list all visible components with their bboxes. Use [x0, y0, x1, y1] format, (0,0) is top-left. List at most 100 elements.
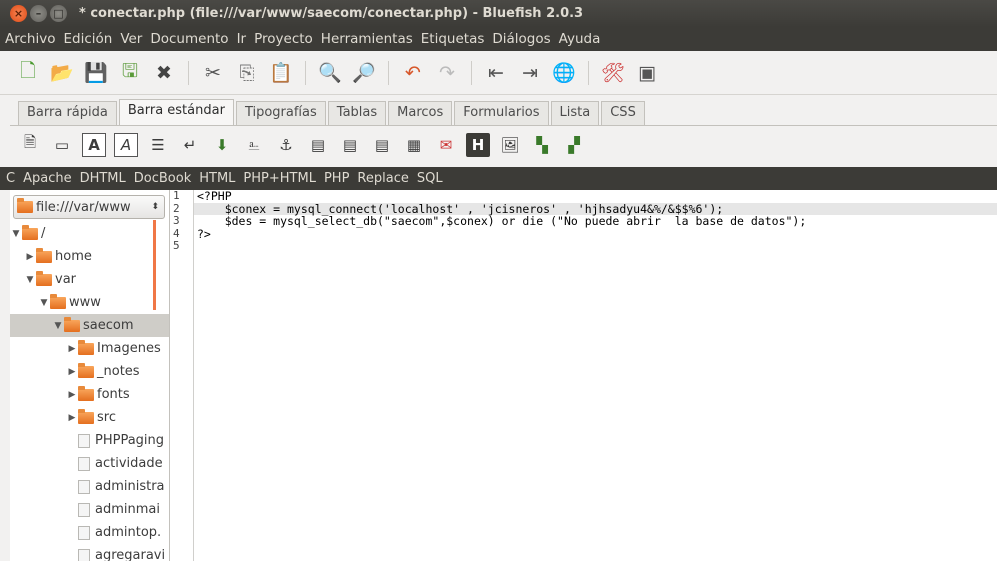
heading-icon[interactable]: H — [466, 132, 490, 157]
tree-row[interactable]: PHPPaging — [10, 429, 169, 452]
tree-row[interactable]: agregaravi — [10, 544, 169, 561]
menu-herramientas[interactable]: Herramientas — [321, 31, 413, 47]
search-replace-icon[interactable]: 🔎 — [350, 59, 378, 87]
tab-lista[interactable]: Lista — [550, 101, 600, 125]
italic-icon[interactable]: A — [114, 132, 138, 157]
paragraph-icon[interactable]: ☰ — [146, 133, 170, 157]
open-file-icon[interactable]: 📂 — [48, 59, 76, 87]
align-right-icon[interactable]: ▤ — [370, 133, 394, 157]
body-icon[interactable]: ▭ — [50, 133, 74, 157]
lang-menu-replace[interactable]: Replace — [357, 171, 408, 186]
path-selector[interactable]: file:///var/www ⬍ — [13, 195, 165, 219]
menu-ir[interactable]: Ir — [237, 31, 247, 47]
tab-tipografias[interactable]: Tipografías — [235, 101, 326, 125]
close-icon[interactable]: ✖ — [150, 59, 178, 87]
tab-barra-rapida[interactable]: Barra rápida — [18, 101, 117, 125]
search-icon[interactable]: 🔍 — [316, 59, 344, 87]
menu-ver[interactable]: Ver — [120, 31, 142, 47]
menu-bar: Archivo Edición Ver Documento Ir Proyect… — [0, 27, 997, 51]
align-center-icon[interactable]: ▤ — [338, 133, 362, 157]
save-as-icon[interactable]: 🖫 — [116, 59, 144, 87]
tree-row-label: www — [69, 295, 101, 310]
tree-row[interactable]: adminmai — [10, 498, 169, 521]
tab-formularios[interactable]: Formularios — [454, 101, 549, 125]
expanded-arrow-icon[interactable]: ▼ — [38, 298, 50, 308]
menu-proyecto[interactable]: Proyecto — [254, 31, 313, 47]
menu-dialogos[interactable]: Diálogos — [492, 31, 550, 47]
fullscreen-icon[interactable]: ▣ — [633, 59, 661, 87]
multi-thumbnail-icon[interactable]: ▞ — [562, 133, 586, 157]
code-line[interactable] — [194, 240, 997, 253]
tab-tablas[interactable]: Tablas — [327, 101, 387, 125]
tree-row[interactable]: ▶ home — [10, 245, 169, 268]
file-tree: ▼ / ▶ home ▼ var ▼ www ▼ saecom ▶ Imagenes ▶ _notes ▶ f… — [10, 222, 169, 561]
tree-row[interactable]: actividade — [10, 452, 169, 475]
collapsed-arrow-icon[interactable]: ▶ — [66, 367, 78, 377]
paste-icon[interactable]: 📋 — [267, 59, 295, 87]
tree-row[interactable]: ▶ Imagenes — [10, 337, 169, 360]
folder-icon — [78, 362, 94, 378]
expanded-arrow-icon[interactable]: ▼ — [10, 229, 22, 239]
collapsed-arrow-icon[interactable]: ▶ — [66, 344, 78, 354]
tree-row[interactable]: ▼ / — [10, 222, 169, 245]
expanded-arrow-icon[interactable]: ▼ — [52, 321, 64, 331]
collapsed-arrow-icon[interactable]: ▶ — [66, 413, 78, 423]
redo-icon[interactable]: ↷ — [433, 59, 461, 87]
quickstart-icon[interactable]: 🗎 — [18, 133, 42, 157]
code-line[interactable]: $des = mysql_select_db("saecom",$conex) … — [194, 215, 997, 228]
lang-menu-html[interactable]: HTML — [199, 171, 235, 186]
browser-preview-icon[interactable]: 🌐 — [550, 59, 578, 87]
tree-row[interactable]: ▼ saecom — [10, 314, 169, 337]
tree-row[interactable]: admintop. — [10, 521, 169, 544]
break-clear-icon[interactable]: ⬇ — [210, 133, 234, 157]
collapsed-arrow-icon[interactable]: ▶ — [66, 390, 78, 400]
unindent-icon[interactable]: ⇤ — [482, 59, 510, 87]
tree-row[interactable]: ▶ fonts — [10, 383, 169, 406]
tab-css[interactable]: CSS — [601, 101, 645, 125]
anchor-icon[interactable]: ⚓ — [274, 133, 298, 157]
menu-ayuda[interactable]: Ayuda — [559, 31, 601, 47]
lang-menu-c[interactable]: C — [6, 171, 15, 186]
minimize-window-button[interactable]: – — [30, 5, 47, 22]
tab-barra-estandar[interactable]: Barra estándar — [118, 99, 234, 125]
code-line[interactable]: <?PHP — [194, 190, 997, 203]
expanded-arrow-icon[interactable]: ▼ — [24, 275, 36, 285]
file-icon — [78, 548, 90, 561]
tree-row[interactable]: ▶ _notes — [10, 360, 169, 383]
lang-menu-dhtml[interactable]: DHTML — [80, 171, 126, 186]
tree-row[interactable]: ▼ var — [10, 268, 169, 291]
tree-row[interactable]: ▶ src — [10, 406, 169, 429]
save-icon[interactable]: 💾 — [82, 59, 110, 87]
maximize-window-button[interactable]: □ — [50, 5, 67, 22]
break-icon[interactable]: ↵ — [178, 133, 202, 157]
lang-menu-php[interactable]: PHP — [324, 171, 349, 186]
comment-icon[interactable]: ▦ — [402, 133, 426, 157]
tree-row[interactable]: ▼ www — [10, 291, 169, 314]
lang-menu-sql[interactable]: SQL — [417, 171, 443, 186]
menu-etiquetas[interactable]: Etiquetas — [421, 31, 485, 47]
nbsp-icon[interactable]: ⎁ — [242, 133, 266, 157]
code-line[interactable]: ?> — [194, 227, 997, 241]
tab-marcos[interactable]: Marcos — [388, 101, 453, 125]
close-window-button[interactable]: × — [10, 5, 27, 22]
bold-icon[interactable]: A — [82, 132, 106, 157]
code-editor[interactable]: <?PHP $conex = mysql_connect('localhost'… — [194, 190, 997, 561]
cut-icon[interactable]: ✂ — [199, 59, 227, 87]
lang-menu-apache[interactable]: Apache — [23, 171, 72, 186]
preferences-icon[interactable]: 🛠 — [599, 59, 627, 87]
email-icon[interactable]: ✉ — [434, 133, 458, 157]
collapsed-arrow-icon[interactable]: ▶ — [24, 252, 36, 262]
lang-menu-docbook[interactable]: DocBook — [134, 171, 191, 186]
image-icon[interactable]: 🖼 — [498, 133, 522, 157]
copy-icon[interactable]: ⎘ — [233, 59, 261, 87]
align-left-icon[interactable]: ▤ — [306, 133, 330, 157]
tree-row[interactable]: administra — [10, 475, 169, 498]
indent-icon[interactable]: ⇥ — [516, 59, 544, 87]
menu-edicion[interactable]: Edición — [63, 31, 112, 47]
thumbnail-icon[interactable]: ▚ — [530, 133, 554, 157]
menu-archivo[interactable]: Archivo — [5, 31, 55, 47]
undo-icon[interactable]: ↶ — [399, 59, 427, 87]
new-file-icon[interactable]: 🗋 — [14, 59, 42, 87]
lang-menu-php-html[interactable]: PHP+HTML — [243, 171, 316, 186]
menu-documento[interactable]: Documento — [150, 31, 228, 47]
